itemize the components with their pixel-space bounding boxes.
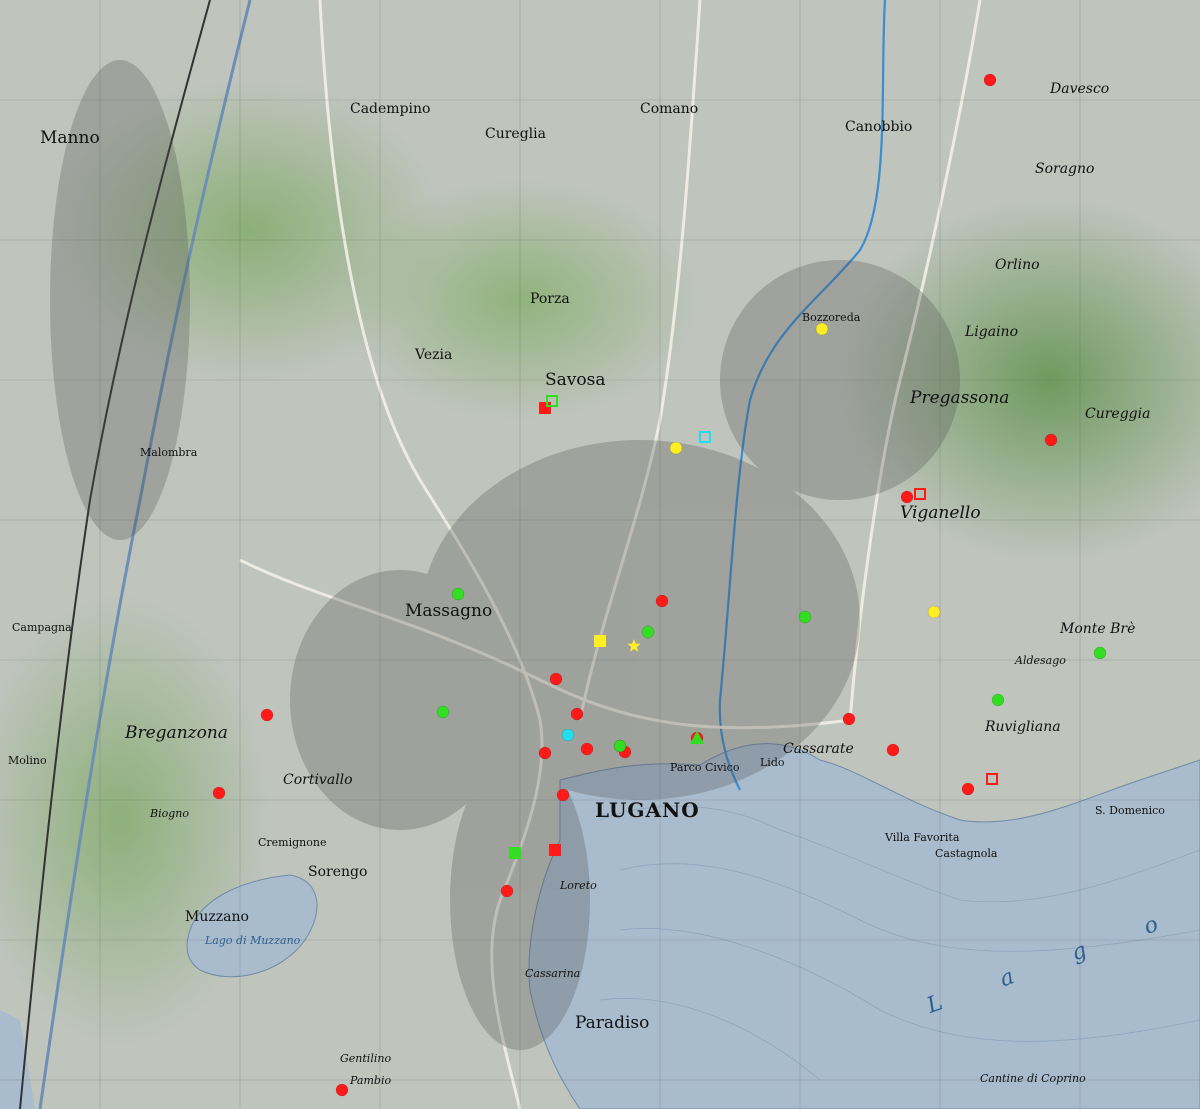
- map-marker-dot[interactable]: [500, 884, 514, 898]
- map-marker-dot[interactable]: [260, 708, 274, 722]
- map-marker-square-outline[interactable]: [986, 773, 998, 785]
- map-marker-square[interactable]: [549, 844, 561, 856]
- map-marker-dot[interactable]: [983, 73, 997, 87]
- map-marker-dot[interactable]: [538, 746, 552, 760]
- map-marker-dot[interactable]: [1044, 433, 1058, 447]
- map-marker-dot[interactable]: [212, 786, 226, 800]
- map-marker-square[interactable]: [594, 635, 606, 647]
- map-marker-dot[interactable]: [570, 707, 584, 721]
- map-marker-square-outline[interactable]: [699, 431, 711, 443]
- map-marker-dot[interactable]: [991, 693, 1005, 707]
- map-marker-dot[interactable]: [1093, 646, 1107, 660]
- map-marker-dot[interactable]: [900, 490, 914, 504]
- map-marker-dot[interactable]: [561, 728, 575, 742]
- topographic-map[interactable]: Manno Cadempino Comano Cureglia Canobbio Dave…: [0, 0, 1200, 1109]
- map-marker-square[interactable]: [509, 847, 521, 859]
- map-marker-dot[interactable]: [886, 743, 900, 757]
- map-marker-dot[interactable]: [927, 605, 941, 619]
- map-marker-dot[interactable]: [641, 625, 655, 639]
- map-marker-dot[interactable]: [669, 441, 683, 455]
- map-marker-dot[interactable]: [549, 672, 563, 686]
- map-marker-square-outline[interactable]: [914, 488, 926, 500]
- map-marker-dot[interactable]: [798, 610, 812, 624]
- map-marker-dot[interactable]: [961, 782, 975, 796]
- map-marker-dot[interactable]: [556, 788, 570, 802]
- map-marker-dot[interactable]: [842, 712, 856, 726]
- map-marker-dot[interactable]: [451, 587, 465, 601]
- marker-layer: [212, 73, 1107, 1097]
- map-marker-dot[interactable]: [815, 322, 829, 336]
- map-marker-dot[interactable]: [655, 594, 669, 608]
- map-marker-square[interactable]: [539, 402, 551, 414]
- map-marker-dot[interactable]: [580, 742, 594, 756]
- map-marker-star[interactable]: [627, 639, 641, 652]
- map-marker-dot[interactable]: [436, 705, 450, 719]
- map-marker-dot[interactable]: [613, 739, 627, 753]
- map-marker-dot[interactable]: [335, 1083, 349, 1097]
